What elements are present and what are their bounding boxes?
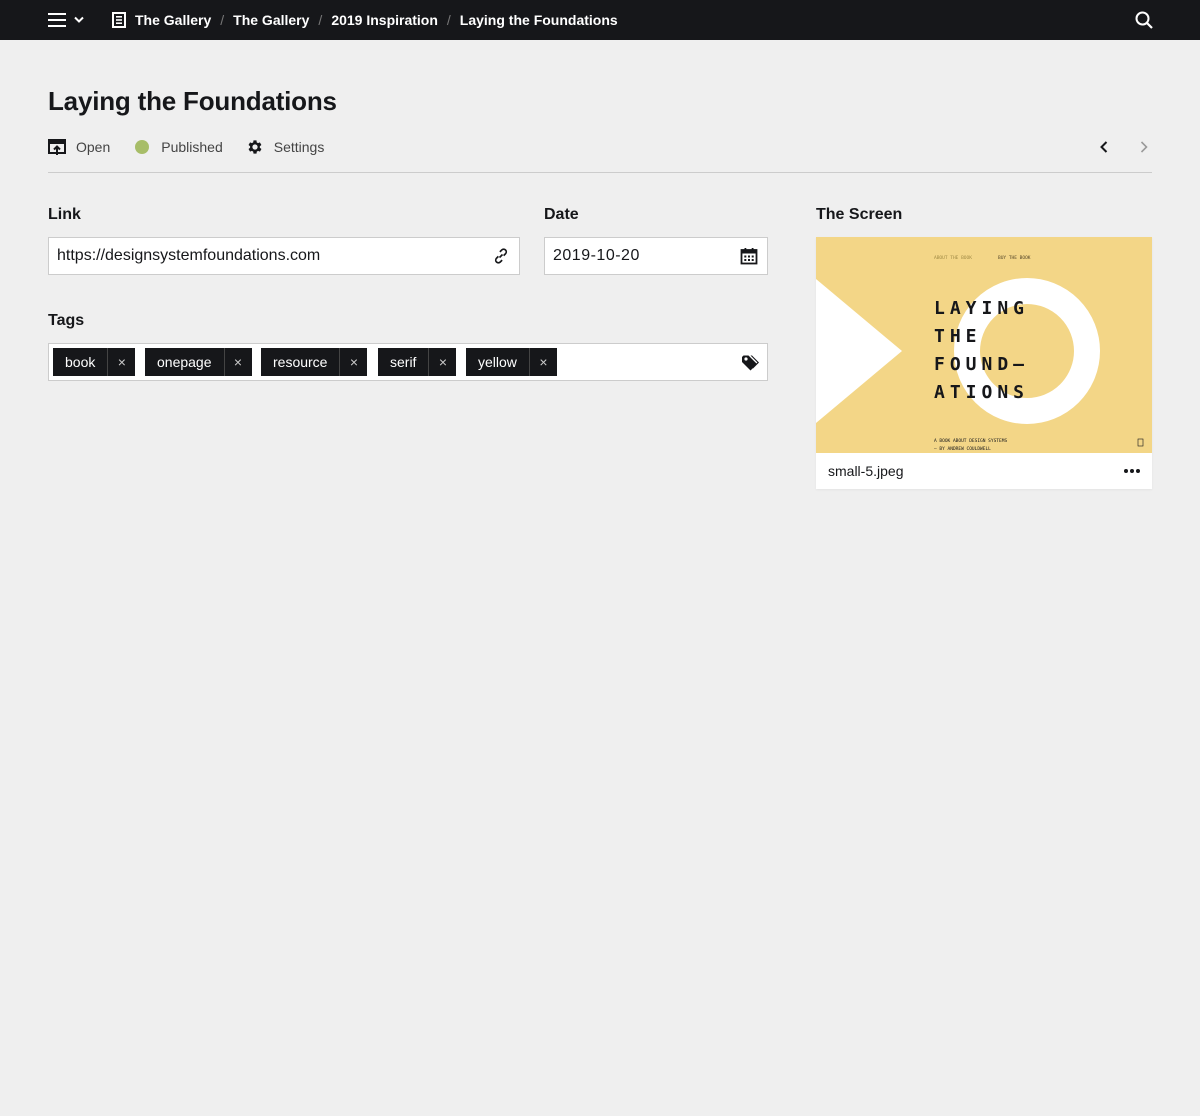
link-field[interactable]: https://designsystemfoundations.com: [48, 237, 520, 275]
screen-card: ABOUT THE BOOK BUY THE BOOK LAYING THE F…: [816, 237, 1152, 489]
tags-field[interactable]: book × onepage × resource × serif × yell…: [48, 343, 768, 381]
tags-label: Tags: [48, 312, 85, 329]
tag-label: resource: [273, 354, 328, 370]
more-icon: [1124, 469, 1140, 473]
breadcrumb-label: The Gallery: [135, 12, 212, 28]
tag-remove-button[interactable]: ×: [223, 348, 252, 376]
calendar-icon[interactable]: [739, 246, 759, 266]
breadcrumb-separator: /: [318, 12, 323, 28]
breadcrumb-item-site[interactable]: The Gallery: [112, 12, 211, 28]
chevron-left-icon: [1100, 141, 1108, 153]
breadcrumb: The Gallery / The Gallery / 2019 Inspira…: [112, 0, 618, 40]
tag-remove-button[interactable]: ×: [107, 348, 135, 376]
tag-label: serif: [390, 354, 417, 370]
menu-button[interactable]: [48, 12, 88, 28]
open-label: Open: [76, 139, 111, 155]
link-label: Link: [48, 206, 81, 223]
screen-label: The Screen: [816, 206, 903, 223]
topbar: The Gallery / The Gallery / 2019 Inspira…: [0, 0, 1200, 40]
status-label: Published: [161, 139, 223, 155]
pager: [1094, 137, 1154, 157]
settings-label: Settings: [273, 139, 325, 155]
tag-item[interactable]: onepage ×: [145, 348, 252, 376]
preview-nav-left: ABOUT THE BOOK: [934, 255, 972, 261]
breadcrumb-separator: /: [220, 12, 225, 28]
tag-label: onepage: [157, 354, 212, 370]
date-field[interactable]: 2019-10-20: [544, 237, 768, 275]
preview-subtitle-1: A BOOK ABOUT DESIGN SYSTEMS: [934, 438, 1007, 444]
date-value[interactable]: 2019-10-20: [545, 247, 739, 265]
next-page-button[interactable]: [1134, 137, 1154, 157]
tag-remove-button[interactable]: ×: [528, 348, 557, 376]
tag-label: book: [65, 354, 96, 370]
breadcrumb-separator: /: [446, 12, 451, 28]
hamburger-icon: [48, 13, 66, 27]
page-options: Open Published Settings: [48, 136, 347, 158]
tag-label: yellow: [478, 354, 517, 370]
link-value[interactable]: https://designsystemfoundations.com: [49, 247, 491, 265]
tag-remove-button[interactable]: ×: [339, 348, 367, 376]
date-label: Date: [544, 206, 579, 223]
tag-item[interactable]: yellow ×: [466, 348, 557, 376]
page-title: Laying the Foundations: [48, 86, 337, 116]
preview-line-2: THE: [934, 326, 982, 347]
chevron-down-icon: [74, 16, 84, 23]
search-icon: [1135, 11, 1153, 29]
page-icon: [112, 12, 126, 28]
chevron-right-icon: [1140, 141, 1148, 153]
tag-icon[interactable]: [740, 353, 760, 373]
link-icon[interactable]: [491, 246, 511, 266]
preview-subtitle-2: — BY ANDREW COULDWELL: [934, 446, 991, 452]
breadcrumb-item-current[interactable]: Laying the Foundations: [460, 12, 618, 28]
breadcrumb-item-gallery[interactable]: The Gallery: [233, 12, 309, 28]
screen-filename: small-5.jpeg: [828, 463, 904, 479]
preview-nav-right: BUY THE BOOK: [998, 255, 1031, 261]
status-button[interactable]: Published: [133, 138, 223, 156]
previous-page-button[interactable]: [1094, 137, 1114, 157]
tag-item[interactable]: resource ×: [261, 348, 368, 376]
preview-line-3: FOUND—: [934, 354, 1029, 375]
settings-button[interactable]: Settings: [246, 138, 325, 156]
tag-item[interactable]: book ×: [53, 348, 136, 376]
preview-line-4: ATIONS: [934, 382, 1029, 403]
preview-line-1: LAYING: [934, 298, 1029, 319]
more-options-button[interactable]: [1122, 461, 1142, 481]
open-button[interactable]: Open: [48, 138, 110, 156]
search-button[interactable]: [1134, 10, 1154, 30]
status-dot-icon: [133, 138, 151, 156]
breadcrumb-item-inspiration[interactable]: 2019 Inspiration: [331, 12, 438, 28]
screen-preview-image[interactable]: ABOUT THE BOOK BUY THE BOOK LAYING THE F…: [816, 237, 1152, 453]
gear-icon: [246, 138, 264, 156]
header-divider: [48, 172, 1152, 173]
open-icon: [48, 138, 66, 156]
tag-item[interactable]: serif ×: [378, 348, 457, 376]
tag-remove-button[interactable]: ×: [428, 348, 456, 376]
